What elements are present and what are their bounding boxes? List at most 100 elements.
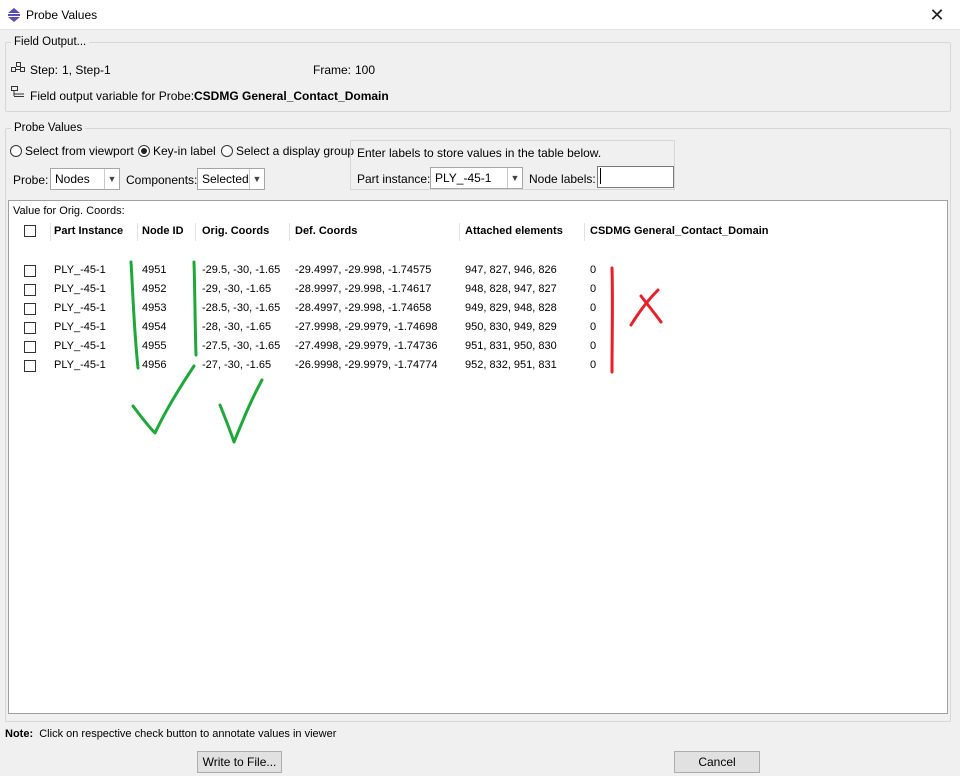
column-separator	[584, 223, 585, 241]
cancel-button[interactable]: Cancel	[674, 751, 760, 773]
cell-attached-elements: 951, 831, 950, 830	[465, 340, 557, 352]
table-row[interactable]: PLY_-45-1 4954 -28, -30, -1.65 -27.9998,…	[9, 318, 947, 337]
radio-key-in-label[interactable]: Key-in label	[138, 144, 216, 158]
title-bar: Probe Values ✕	[0, 0, 960, 30]
part-instance-select[interactable]: PLY_-45-1 ▼	[430, 167, 523, 189]
cell-node-id: 4956	[142, 359, 167, 371]
probe-select[interactable]: Nodes ▼	[50, 168, 120, 190]
cell-part-instance: PLY_-45-1	[54, 302, 106, 314]
col-header-orig-coords[interactable]: Orig. Coords	[202, 225, 269, 237]
col-header-attached-elements[interactable]: Attached elements	[465, 225, 563, 237]
table-header: Part Instance Node ID Orig. Coords Def. …	[9, 221, 947, 243]
field-output-legend: Field Output...	[14, 36, 87, 48]
cell-orig-coords: -28, -30, -1.65	[202, 321, 272, 333]
row-checkbox[interactable]	[24, 284, 36, 296]
col-header-csdmg[interactable]: CSDMG General_Contact_Domain	[590, 225, 768, 237]
frame-label: Frame:	[313, 63, 352, 77]
variable-icon	[11, 86, 24, 97]
write-to-file-button[interactable]: Write to File...	[197, 751, 282, 773]
cell-csdmg-value: 0	[590, 359, 597, 371]
variable-value: CSDMG General_Contact_Domain	[194, 89, 389, 103]
step-label: Step:	[30, 63, 59, 77]
table-row[interactable]: PLY_-45-1 4952 -29, -30, -1.65 -28.9997,…	[9, 280, 947, 299]
cell-node-id: 4953	[142, 302, 167, 314]
radio-indicator[interactable]	[10, 145, 22, 157]
radio-select-from-viewport[interactable]: Select from viewport	[10, 144, 134, 158]
radio-indicator[interactable]	[221, 145, 233, 157]
table-row[interactable]: PLY_-45-1 4951 -29.5, -30, -1.65 -29.499…	[9, 261, 947, 280]
components-select-value: Selected	[202, 172, 249, 186]
radio-label: Select from viewport	[25, 144, 134, 158]
chevron-down-icon[interactable]: ▼	[507, 168, 522, 188]
note-label: Note:	[5, 728, 34, 740]
text-cursor	[600, 168, 601, 184]
note-text: Click on respective check button to anno…	[39, 728, 337, 740]
cell-node-id: 4954	[142, 321, 167, 333]
cell-orig-coords: -27.5, -30, -1.65	[202, 340, 281, 352]
cell-attached-elements: 950, 830, 949, 829	[465, 321, 557, 333]
column-separator	[289, 223, 290, 241]
table-row[interactable]: PLY_-45-1 4956 -27, -30, -1.65 -26.9998,…	[9, 356, 947, 375]
cell-part-instance: PLY_-45-1	[54, 321, 106, 333]
cell-csdmg-value: 0	[590, 321, 597, 333]
values-table: Value for Orig. Coords: Part Instance No…	[8, 200, 948, 714]
table-row[interactable]: PLY_-45-1 4955 -27.5, -30, -1.65 -27.499…	[9, 337, 947, 356]
row-checkbox[interactable]	[24, 265, 36, 277]
node-labels-label: Node labels:	[529, 172, 596, 186]
cell-node-id: 4951	[142, 264, 167, 276]
frame-value: 100	[355, 63, 376, 77]
part-instance-label: Part instance:	[357, 172, 431, 186]
cell-def-coords: -27.9998, -29.9979, -1.74698	[295, 321, 438, 333]
row-checkbox[interactable]	[24, 360, 36, 372]
cell-orig-coords: -27, -30, -1.65	[202, 359, 272, 371]
column-separator	[459, 223, 460, 241]
radio-indicator-selected[interactable]	[138, 145, 150, 157]
cell-def-coords: -28.9997, -29.998, -1.74617	[295, 283, 432, 295]
cell-part-instance: PLY_-45-1	[54, 283, 106, 295]
step-value: 1, Step-1	[62, 63, 111, 77]
variable-label: Field output variable for Probe:	[30, 89, 195, 103]
cell-part-instance: PLY_-45-1	[54, 340, 106, 352]
cell-orig-coords: -29, -30, -1.65	[202, 283, 272, 295]
cell-node-id: 4955	[142, 340, 167, 352]
cell-csdmg-value: 0	[590, 264, 597, 276]
cell-part-instance: PLY_-45-1	[54, 264, 106, 276]
cell-csdmg-value: 0	[590, 340, 597, 352]
cell-def-coords: -28.4997, -29.998, -1.74658	[295, 302, 432, 314]
radio-select-display-group[interactable]: Select a display group	[221, 144, 354, 158]
table-caption: Value for Orig. Coords:	[13, 205, 125, 217]
components-select[interactable]: Selected ▼	[197, 168, 265, 190]
cell-part-instance: PLY_-45-1	[54, 359, 106, 371]
components-label: Components:	[126, 173, 198, 187]
key-in-hint: Enter labels to store values in the tabl…	[357, 146, 602, 160]
cell-node-id: 4952	[142, 283, 167, 295]
cell-def-coords: -29.4997, -29.998, -1.74575	[295, 264, 432, 276]
col-header-node-id[interactable]: Node ID	[142, 225, 184, 237]
row-checkbox[interactable]	[24, 341, 36, 353]
select-all-checkbox[interactable]	[24, 225, 36, 237]
col-header-part-instance[interactable]: Part Instance	[54, 225, 123, 237]
footer-note: Note: Click on respective check button t…	[5, 728, 336, 740]
cell-orig-coords: -28.5, -30, -1.65	[202, 302, 281, 314]
chevron-down-icon[interactable]: ▼	[249, 169, 264, 189]
part-instance-select-value: PLY_-45-1	[435, 171, 492, 185]
cell-attached-elements: 952, 832, 951, 831	[465, 359, 557, 371]
column-separator	[50, 223, 51, 241]
close-button[interactable]: ✕	[914, 0, 960, 30]
cell-attached-elements: 949, 829, 948, 828	[465, 302, 557, 314]
col-header-def-coords[interactable]: Def. Coords	[295, 225, 357, 237]
window-title: Probe Values	[26, 8, 98, 22]
cell-attached-elements: 948, 828, 947, 827	[465, 283, 557, 295]
row-checkbox[interactable]	[24, 322, 36, 334]
chevron-down-icon[interactable]: ▼	[104, 169, 119, 189]
column-separator	[137, 223, 138, 241]
cell-csdmg-value: 0	[590, 283, 597, 295]
row-checkbox[interactable]	[24, 303, 36, 315]
radio-label: Select a display group	[236, 144, 355, 158]
cell-attached-elements: 947, 827, 946, 826	[465, 264, 557, 276]
probe-label: Probe:	[13, 173, 49, 187]
cell-def-coords: -27.4998, -29.9979, -1.74736	[295, 340, 438, 352]
column-separator	[195, 223, 196, 241]
table-row[interactable]: PLY_-45-1 4953 -28.5, -30, -1.65 -28.499…	[9, 299, 947, 318]
node-labels-input[interactable]	[597, 166, 674, 188]
